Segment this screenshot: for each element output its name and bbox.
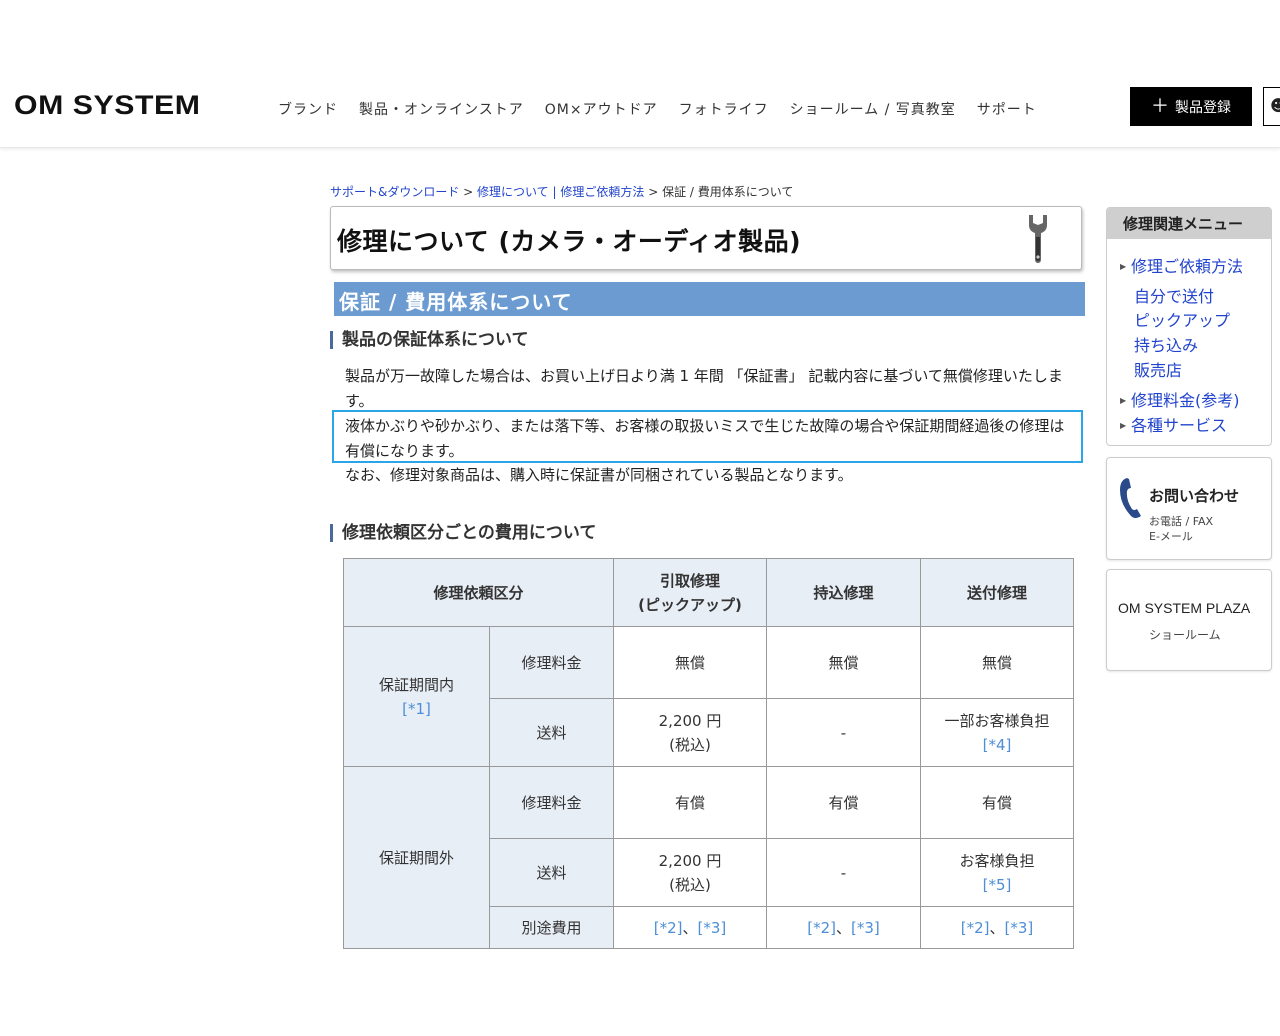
cell-value: 2,200 円 (税込) (613, 698, 767, 767)
breadcrumb-current: 保証 / 費用体系について (662, 185, 794, 199)
product-register-button[interactable]: ＋ 製品登録 (1130, 87, 1252, 126)
cell-value: 2,200 円 (税込) (613, 838, 767, 907)
sidebar-item-repair-fees[interactable]: 修理料金(参考) (1131, 387, 1240, 411)
cell-value: 有償 (613, 766, 767, 839)
showroom-box[interactable]: OM SYSTEM PLAZA ショールーム (1106, 569, 1272, 671)
row-in-warranty: 保証期間内 [*1] (343, 626, 490, 767)
cell-value: 無償 (613, 626, 767, 699)
note-2-link[interactable]: [*2] (961, 919, 990, 937)
cell-extra-notes: [*2]、[*3] (920, 906, 1074, 949)
row-out-warranty: 保証期間外 (343, 766, 490, 949)
pickup-shipping-price: 2,200 円 (658, 711, 722, 730)
section-title-bar: 保証 / 費用体系について (334, 282, 1085, 316)
contact-box[interactable]: お問い合わせ お電話 / FAX E-メール (1106, 457, 1272, 560)
contact-title: お問い合わせ (1149, 487, 1240, 505)
note-separator: 、 (989, 918, 1005, 937)
nav-brand[interactable]: ブランド (278, 99, 338, 119)
header-pickup: 引取修理 (ピックアップ) (613, 558, 767, 627)
label-shipping: 送料 (489, 838, 614, 907)
cell-value: - (766, 838, 921, 907)
triangle-right-icon: ▶ (1120, 396, 1127, 405)
nav-photolife[interactable]: フォトライフ (679, 99, 769, 119)
sidebar-item-pickup[interactable]: ピックアップ (1134, 307, 1230, 331)
cell-value: - (766, 698, 921, 767)
paragraph-eligible-products: なお、修理対象商品は、購入時に保証書が同梱されている製品となります。 (345, 466, 853, 484)
header-category: 修理依頼区分 (343, 558, 614, 627)
in-warranty-label: 保証期間内 (378, 675, 454, 694)
triangle-right-icon: ▶ (1120, 262, 1127, 271)
heading-fees: 修理依頼区分ごとの費用について (330, 524, 596, 542)
plus-icon: ＋ (1151, 95, 1169, 117)
sidebar-item-retailer[interactable]: 販売店 (1134, 357, 1182, 381)
page-title: 修理について (カメラ・オーディオ製品) (337, 227, 802, 256)
cell-value: お客様負担 [*5] (920, 838, 1074, 907)
repair-menu-sidebar: 修理関連メニュー ▶ 修理ご依頼方法 自分で送付 ピックアップ 持ち込み 販売店… (1106, 207, 1272, 446)
send-shipping-customer: お客様負担 (959, 851, 1035, 870)
nav-support[interactable]: サポート (977, 99, 1037, 119)
pickup-shipping-price: 2,200 円 (658, 851, 722, 870)
cell-value: 有償 (766, 766, 921, 839)
header-carryin: 持込修理 (766, 558, 921, 627)
label-shipping: 送料 (489, 698, 614, 767)
section-title: 保証 / 費用体系について (339, 290, 573, 314)
sidebar-item-repair-request[interactable]: 修理ご依頼方法 (1131, 253, 1243, 277)
breadcrumb-support-download[interactable]: サポート&ダウンロード (330, 185, 459, 199)
note-separator: 、 (682, 918, 698, 937)
send-shipping-partial: 一部お客様負担 (944, 711, 1050, 730)
note-4-link[interactable]: [*4] (921, 733, 1073, 757)
repair-menu-title: 修理関連メニュー (1107, 208, 1271, 239)
wrench-icon (1029, 215, 1047, 263)
cell-extra-notes: [*2]、[*3] (766, 906, 921, 949)
breadcrumb-separator: > (459, 185, 478, 199)
label-extra-cost: 別途費用 (489, 906, 614, 949)
pickup-shipping-tax: (税込) (669, 875, 711, 894)
label-repair-fee: 修理料金 (489, 766, 614, 839)
nav-products-store[interactable]: 製品・オンラインストア (359, 99, 524, 119)
site-header: OM SYSTEM ブランド 製品・オンラインストア OM×アウトドア フォトラ… (0, 60, 1280, 148)
note-5-link[interactable]: [*5] (921, 873, 1073, 897)
heading-warranty-system: 製品の保証体系について (330, 331, 529, 349)
note-separator: 、 (835, 918, 851, 937)
note-3-link[interactable]: [*3] (851, 919, 880, 937)
header-pickup-line2: (ピックアップ) (638, 595, 742, 614)
contact-email: E-メール (1149, 530, 1193, 543)
plaza-title: OM SYSTEM PLAZA (1118, 600, 1251, 616)
paragraph-free-repair: 製品が万一故障した場合は、お買い上げ日より満 1 年間 「保証書」 記載内容に基… (345, 367, 1063, 410)
breadcrumb: サポート&ダウンロード > 修理について | 修理ご依頼方法 > 保証 / 費用… (330, 183, 793, 200)
contact-subtitle: お電話 / FAX E-メール (1149, 514, 1213, 544)
note-3-link[interactable]: [*3] (1005, 919, 1034, 937)
cell-value: 一部お客様負担 [*4] (920, 698, 1074, 767)
product-register-label: 製品登録 (1175, 99, 1231, 116)
header-pickup-line1: 引取修理 (659, 571, 720, 590)
pickup-shipping-tax: (税込) (669, 735, 711, 754)
global-nav: ブランド 製品・オンラインストア OM×アウトドア フォトライフ ショールーム … (278, 99, 1058, 119)
sidebar-item-carry-in[interactable]: 持ち込み (1134, 332, 1198, 356)
note-1-link[interactable]: [*1] (344, 697, 489, 721)
account-button[interactable]: ☻ (1263, 87, 1280, 126)
phone-icon (1120, 478, 1141, 518)
note-2-link[interactable]: [*2] (807, 919, 836, 937)
note-3-link[interactable]: [*3] (698, 919, 727, 937)
om-system-logo[interactable]: OM SYSTEM (14, 90, 200, 121)
fees-table: 修理依頼区分 引取修理 (ピックアップ) 持込修理 送付修理 保証期間内 [*1… (343, 558, 1074, 949)
sidebar-item-services[interactable]: 各種サービス (1131, 412, 1227, 436)
label-repair-fee: 修理料金 (489, 626, 614, 699)
plaza-subtitle: ショールーム (1149, 628, 1221, 642)
cell-value: 無償 (920, 626, 1074, 699)
nav-outdoor[interactable]: OM×アウトドア (545, 99, 658, 119)
triangle-right-icon: ▶ (1120, 421, 1127, 430)
nav-showroom[interactable]: ショールーム / 写真教室 (790, 99, 956, 119)
header-send: 送付修理 (920, 558, 1074, 627)
user-icon: ☻ (1270, 96, 1280, 115)
contact-phone-fax: お電話 / FAX (1149, 515, 1214, 528)
note-2-link[interactable]: [*2] (654, 919, 683, 937)
breadcrumb-repair-method[interactable]: 修理について | 修理ご依頼方法 (477, 185, 644, 199)
page-title-box: 修理について (カメラ・オーディオ製品) (330, 206, 1082, 270)
cell-extra-notes: [*2]、[*3] (613, 906, 767, 949)
cell-value: 有償 (920, 766, 1074, 839)
paragraph-paid-repair: 液体かぶりや砂かぶり、または落下等、お客様の取扱いミスで生じた故障の場合や保証期… (345, 417, 1065, 460)
breadcrumb-separator: > (644, 185, 663, 199)
cell-value: 無償 (766, 626, 921, 699)
sidebar-item-self-send[interactable]: 自分で送付 (1134, 283, 1214, 307)
